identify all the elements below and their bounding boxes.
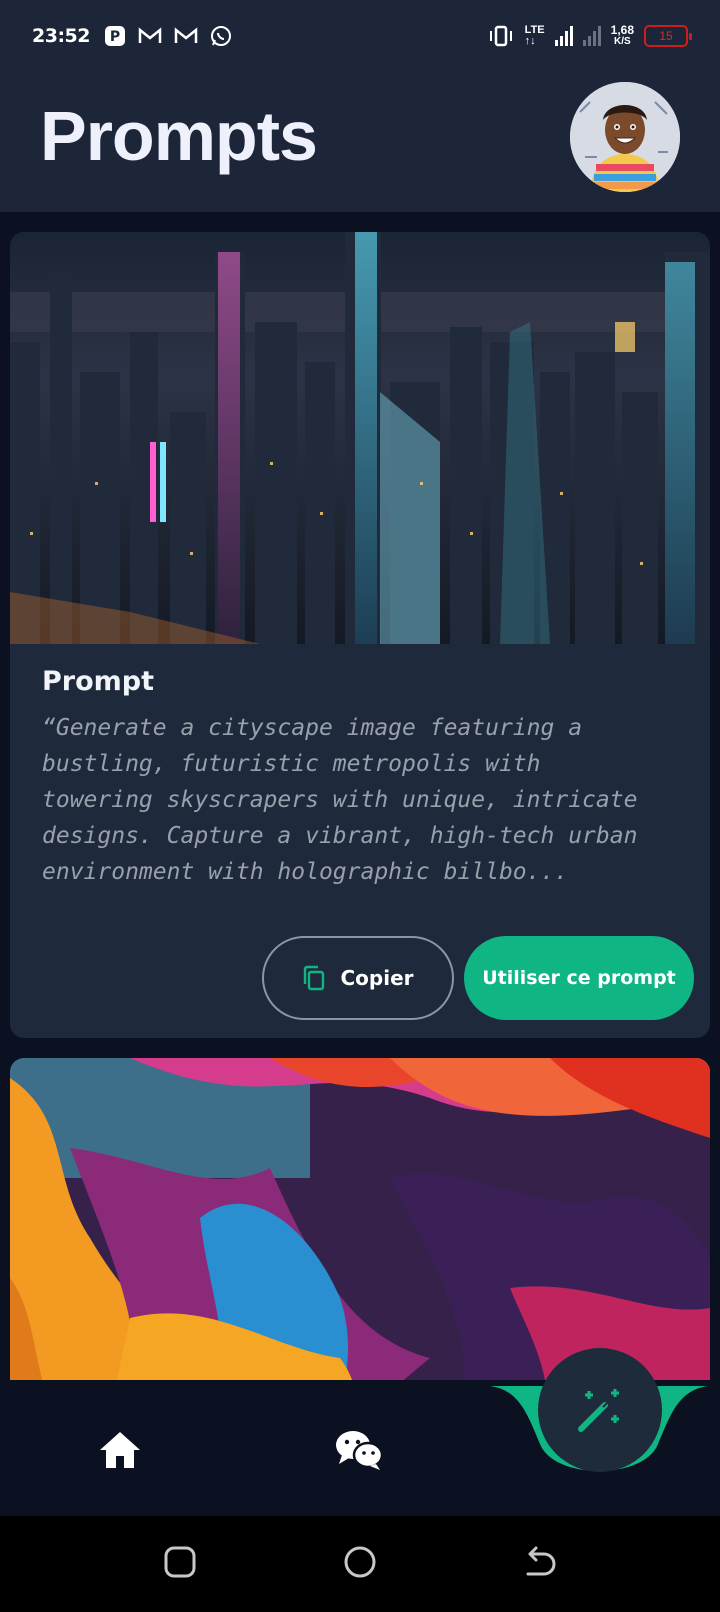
chat-icon <box>336 1431 384 1470</box>
prompt-text: “Generate a cityscape image featuring a … <box>42 715 638 885</box>
svg-text:P: P <box>110 29 120 45</box>
signal-strength-icon <box>554 26 573 46</box>
gmail-icon <box>138 27 162 43</box>
battery-icon: 15 <box>644 25 692 47</box>
prompt-image-abstract[interactable] <box>10 1058 710 1380</box>
copy-icon <box>304 965 325 991</box>
bottom-navigation <box>0 1348 720 1516</box>
copy-button[interactable]: Copier <box>262 936 454 1020</box>
prompt-feed[interactable]: Prompt “Generate a cityscape image featu… <box>0 212 720 1380</box>
page-title: Prompts <box>40 97 318 175</box>
prompt-card <box>10 1058 710 1380</box>
user-avatar[interactable] <box>570 82 680 192</box>
network-speed: 1,68 K/S <box>610 23 634 47</box>
use-prompt-button[interactable]: Utiliser ce prompt <box>464 936 694 1020</box>
card-title: Prompt <box>42 666 155 697</box>
status-time: 23:52 <box>32 25 90 47</box>
whatsapp-icon <box>210 26 231 46</box>
recents-icon[interactable] <box>162 1544 198 1580</box>
copy-button-label: Copier <box>340 966 414 990</box>
app-notification-icon: P <box>104 26 125 46</box>
nav-home[interactable] <box>96 1428 144 1472</box>
app-header: Prompts <box>0 72 720 212</box>
lte-indicator: LTE ↑↓ <box>524 24 545 47</box>
magic-wand-button[interactable] <box>538 1348 662 1472</box>
back-icon[interactable] <box>522 1544 558 1580</box>
signal-strength-icon-2 <box>582 26 601 46</box>
use-prompt-button-label: Utiliser ce prompt <box>482 967 676 989</box>
system-navigation-bar <box>0 1516 720 1612</box>
nav-chat[interactable] <box>334 1428 384 1472</box>
home-icon <box>100 1432 140 1468</box>
gmail-icon-2 <box>174 27 198 43</box>
magic-wand-icon <box>578 1389 619 1432</box>
prompt-card: Prompt “Generate a cityscape image featu… <box>10 232 710 1038</box>
system-status-icons: LTE ↑↓ 1,68 K/S 15 <box>487 23 692 48</box>
vibrate-icon <box>489 25 512 47</box>
status-bar: 23:52 P LTE ↑↓ 1,68 K/S 15 <box>0 0 720 72</box>
prompt-image-cityscape[interactable] <box>10 232 710 644</box>
home-circle-icon[interactable] <box>342 1544 378 1580</box>
notification-icons: P <box>104 25 232 47</box>
